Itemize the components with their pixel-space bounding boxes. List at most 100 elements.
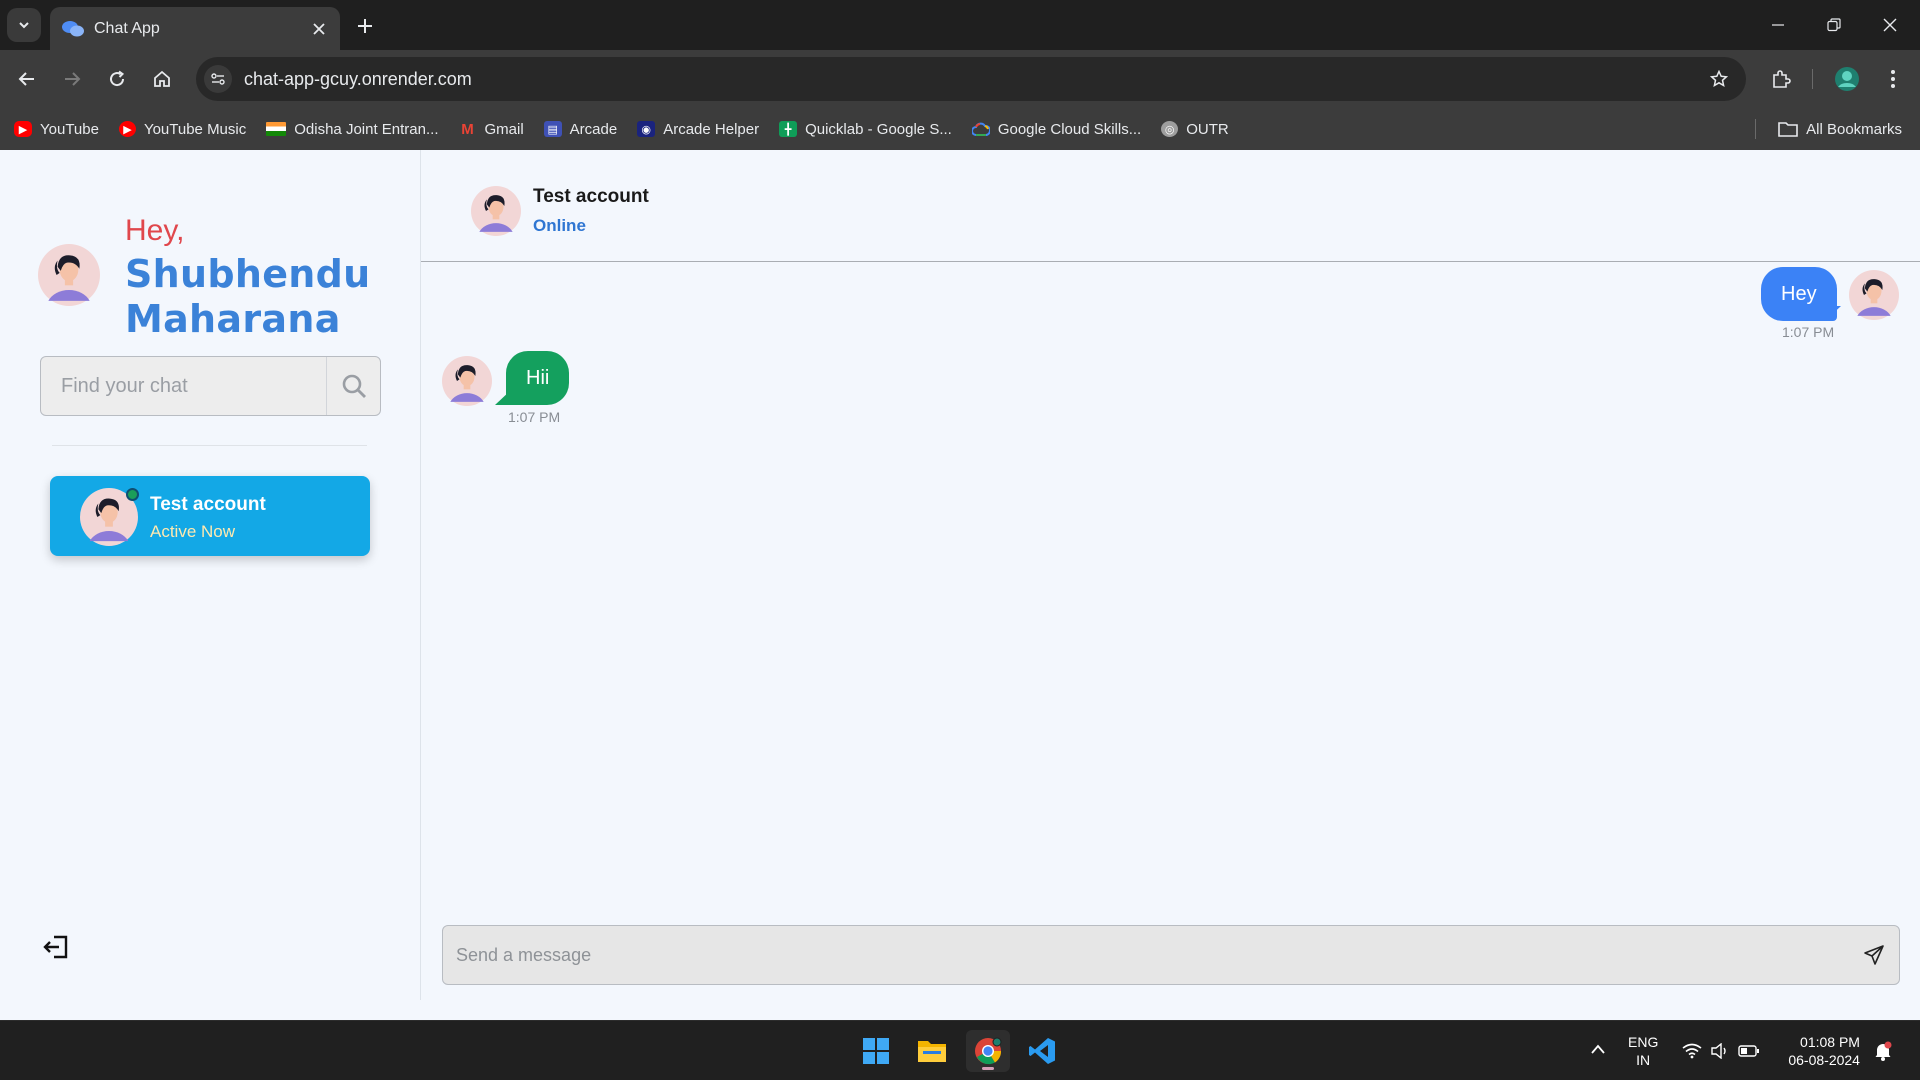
puzzle-icon [1773, 70, 1791, 88]
contact-avatar [471, 186, 521, 236]
bookmark-label: YouTube Music [143, 120, 247, 138]
profile-avatar[interactable] [1830, 62, 1864, 96]
plus-icon [358, 19, 372, 33]
bookmark-label: Arcade [569, 120, 618, 138]
india-flag-icon [266, 122, 287, 136]
message-composer [442, 925, 1900, 985]
battery-icon[interactable] [1738, 1044, 1760, 1058]
chrome-icon [975, 1037, 1002, 1065]
bookmark-label: Odisha Joint Entran... [294, 120, 439, 138]
message-outgoing: Hey [1761, 267, 1837, 321]
volume-icon[interactable] [1710, 1043, 1730, 1059]
new-tab-button[interactable] [352, 13, 378, 39]
sender-avatar [1849, 270, 1899, 320]
message-time: 1:07 PM [1782, 324, 1835, 340]
bookmark-arcade[interactable]: ▤ Arcade [543, 120, 618, 138]
windows-icon [863, 1038, 889, 1064]
chat-panel: Test account Online Hey 1:07 PM Hii 1:07… [421, 150, 1920, 1020]
greeting: Hey, [125, 214, 185, 247]
address-bar[interactable]: chat-app-gcuy.onrender.com [196, 57, 1746, 101]
search-input[interactable] [41, 357, 326, 415]
minimize-button[interactable] [1758, 8, 1798, 42]
browser-tab-strip: Chat App [0, 0, 1920, 50]
bookmark-odisha[interactable]: Odisha Joint Entran... [266, 120, 439, 138]
youtube-icon: ▶ [14, 121, 32, 137]
url-text[interactable]: chat-app-gcuy.onrender.com [244, 69, 1702, 90]
start-button[interactable] [854, 1030, 898, 1072]
outr-icon: ◎ [1161, 121, 1179, 137]
search-icon [342, 374, 366, 398]
vscode-icon [1029, 1038, 1055, 1064]
back-button[interactable] [10, 62, 44, 96]
wifi-icon[interactable] [1682, 1043, 1702, 1059]
contact-name: Test account [533, 186, 649, 207]
chat-list-item-name: Test account [150, 494, 266, 515]
close-icon [1883, 18, 1897, 32]
home-button[interactable] [145, 62, 179, 96]
bookmark-youtube-music[interactable]: ▶ YouTube Music [118, 120, 247, 138]
sidebar: Hey, Shubhendu Maharana Test account Act… [0, 150, 421, 1000]
active-app-indicator [982, 1067, 994, 1070]
bookmark-gmail[interactable]: M Gmail [459, 121, 523, 138]
show-hidden-icons[interactable] [1590, 1042, 1606, 1060]
system-tray: ENG IN 01:08 PM 06-08-2024 [1590, 1021, 1892, 1080]
bookmark-quicklab[interactable]: ╋ Quicklab - Google S... [779, 121, 952, 138]
restore-button[interactable] [1814, 8, 1854, 42]
google-cloud-icon [971, 121, 990, 137]
all-bookmarks-button[interactable]: All Bookmarks [1778, 108, 1902, 150]
restore-icon [1827, 18, 1841, 32]
bookmark-label: OUTR [1186, 120, 1229, 138]
sender-avatar [442, 356, 492, 406]
send-button[interactable] [1849, 926, 1899, 984]
clock[interactable]: 01:08 PM 06-08-2024 [1788, 1033, 1860, 1069]
bookmarks-bar: ▶ YouTube ▶ YouTube Music Odisha Joint E… [0, 108, 1920, 150]
chrome-taskbar-button[interactable] [966, 1030, 1010, 1072]
chat-list-item[interactable]: Test account Active Now [50, 476, 370, 556]
extensions-button[interactable] [1764, 62, 1798, 96]
bookmark-outr[interactable]: ◎ OUTR [1161, 121, 1229, 138]
chevron-up-icon [1591, 1044, 1605, 1054]
file-explorer-button[interactable] [910, 1030, 954, 1072]
chat-list-item-status: Active Now [150, 522, 236, 541]
bookmark-youtube[interactable]: ▶ YouTube [14, 121, 99, 138]
arrow-right-icon [65, 72, 81, 86]
reload-icon [110, 70, 125, 87]
folder-icon [918, 1041, 946, 1062]
language-code: ENG [1628, 1034, 1659, 1050]
bookmark-star-icon[interactable] [1702, 62, 1736, 96]
forward-button[interactable] [55, 62, 89, 96]
bookmark-label: Quicklab - Google S... [805, 120, 952, 138]
message-incoming: Hii [506, 351, 570, 405]
arrow-left-icon [18, 72, 34, 86]
send-icon [1864, 945, 1884, 965]
search-button[interactable] [326, 357, 380, 415]
folder-icon [1778, 122, 1798, 137]
browser-menu-button[interactable] [1876, 62, 1910, 96]
bookmark-google-cloud[interactable]: Google Cloud Skills... [971, 121, 1141, 138]
language-indicator[interactable]: ENG IN [1628, 1033, 1658, 1069]
chat-bubbles-icon [62, 20, 84, 38]
site-settings-icon[interactable] [204, 65, 232, 93]
arcade-helper-icon: ◉ [637, 121, 656, 137]
message-input[interactable] [443, 926, 1849, 984]
bookmark-arcade-helper[interactable]: ◉ Arcade Helper [637, 121, 759, 138]
user-avatar [38, 244, 100, 306]
close-icon[interactable] [310, 20, 328, 38]
browser-tab[interactable]: Chat App [50, 7, 340, 50]
all-bookmarks-label: All Bookmarks [1806, 120, 1902, 138]
browser-toolbar: chat-app-gcuy.onrender.com [0, 50, 1920, 108]
vscode-taskbar-button[interactable] [1020, 1030, 1064, 1072]
logout-icon[interactable] [42, 933, 70, 961]
profile-avatar-icon [1835, 67, 1859, 91]
close-window-button[interactable] [1870, 8, 1910, 42]
reload-button[interactable] [100, 62, 134, 96]
bookmark-label: Arcade Helper [663, 120, 760, 138]
message-time: 1:07 PM [508, 409, 561, 425]
youtube-music-icon: ▶ [118, 121, 136, 137]
minimize-icon [1772, 24, 1784, 26]
online-indicator [126, 488, 139, 501]
notification-bell-icon[interactable] [1874, 1041, 1892, 1061]
tab-search-button[interactable] [7, 8, 41, 42]
sidebar-divider [52, 445, 367, 446]
contact-status: Online [533, 216, 586, 235]
